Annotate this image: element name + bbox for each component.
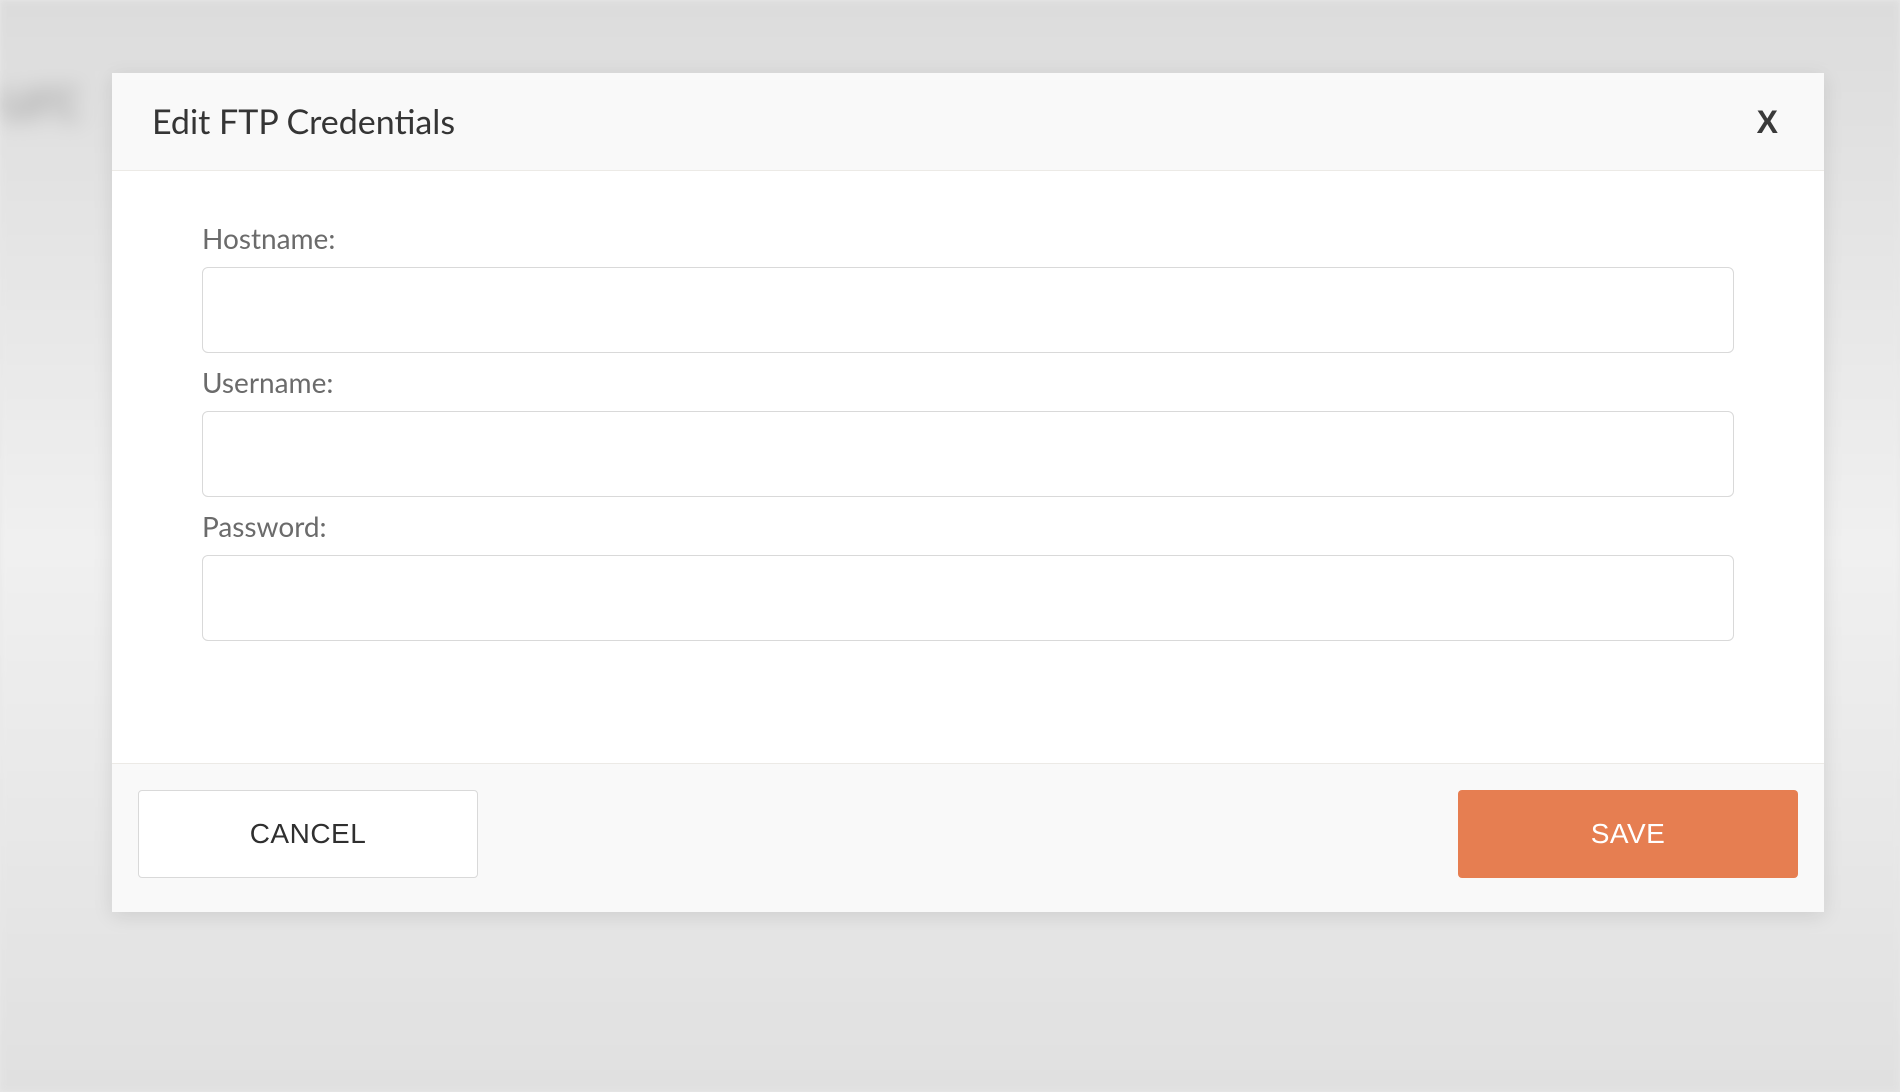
- username-input[interactable]: [202, 411, 1734, 497]
- modal-body: Hostname: Username: Password:: [112, 171, 1824, 763]
- password-input[interactable]: [202, 555, 1734, 641]
- form-group-password: Password:: [202, 509, 1734, 641]
- form-group-hostname: Hostname:: [202, 221, 1734, 353]
- close-icon: X: [1757, 104, 1778, 140]
- password-label: Password:: [202, 509, 1734, 543]
- edit-ftp-credentials-modal: Edit FTP Credentials X Hostname: Usernam…: [112, 73, 1824, 912]
- save-button[interactable]: SAVE: [1458, 790, 1798, 878]
- form-group-username: Username:: [202, 365, 1734, 497]
- modal-title: Edit FTP Credentials: [152, 101, 455, 142]
- close-button[interactable]: X: [1751, 106, 1784, 138]
- hostname-label: Hostname:: [202, 221, 1734, 255]
- username-label: Username:: [202, 365, 1734, 399]
- hostname-input[interactable]: [202, 267, 1734, 353]
- modal-header: Edit FTP Credentials X: [112, 73, 1824, 171]
- cancel-button[interactable]: CANCEL: [138, 790, 478, 878]
- modal-footer: CANCEL SAVE: [112, 763, 1824, 912]
